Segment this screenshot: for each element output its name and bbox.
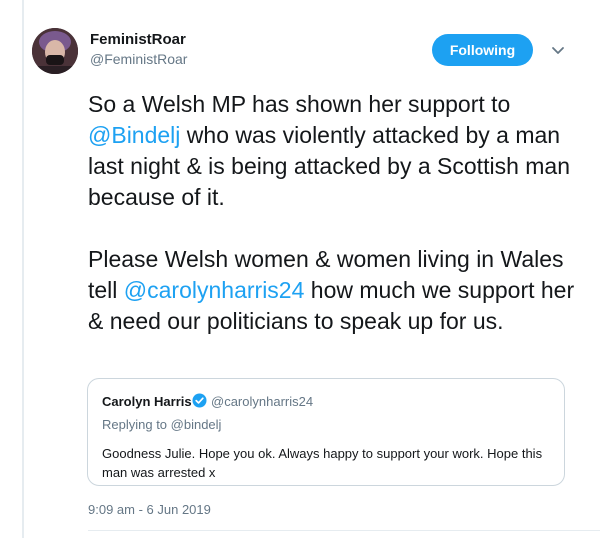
quoted-tweet-text: Goodness Julie. Hope you ok. Always happ… (102, 446, 543, 480)
tweet-timestamp[interactable]: 9:09 am - 6 Jun 2019 (88, 502, 211, 517)
tweet-text-segment: So a Welsh MP has shown her support to (88, 91, 517, 117)
quoted-handle[interactable]: @carolynharris24 (211, 394, 313, 409)
following-button[interactable]: Following (432, 34, 533, 66)
author-display-name[interactable]: FeministRoar (90, 31, 186, 48)
author-handle[interactable]: @FeministRoar (90, 51, 187, 67)
verified-badge-icon (192, 393, 207, 408)
thread-line (22, 0, 24, 538)
quoted-tweet-card[interactable]: Carolyn Harris @carolynharris24 Replying… (87, 378, 565, 486)
mention-link[interactable]: @carolynharris24 (124, 277, 305, 303)
quoted-display-name[interactable]: Carolyn Harris (102, 394, 192, 409)
replying-to[interactable]: Replying to @bindelj (102, 417, 221, 432)
divider (88, 530, 600, 531)
avatar[interactable] (32, 28, 78, 74)
tweet-text: So a Welsh MP has shown her support to @… (88, 89, 578, 337)
mention-link[interactable]: @Bindelj (88, 122, 180, 148)
chevron-down-icon[interactable] (548, 40, 568, 60)
